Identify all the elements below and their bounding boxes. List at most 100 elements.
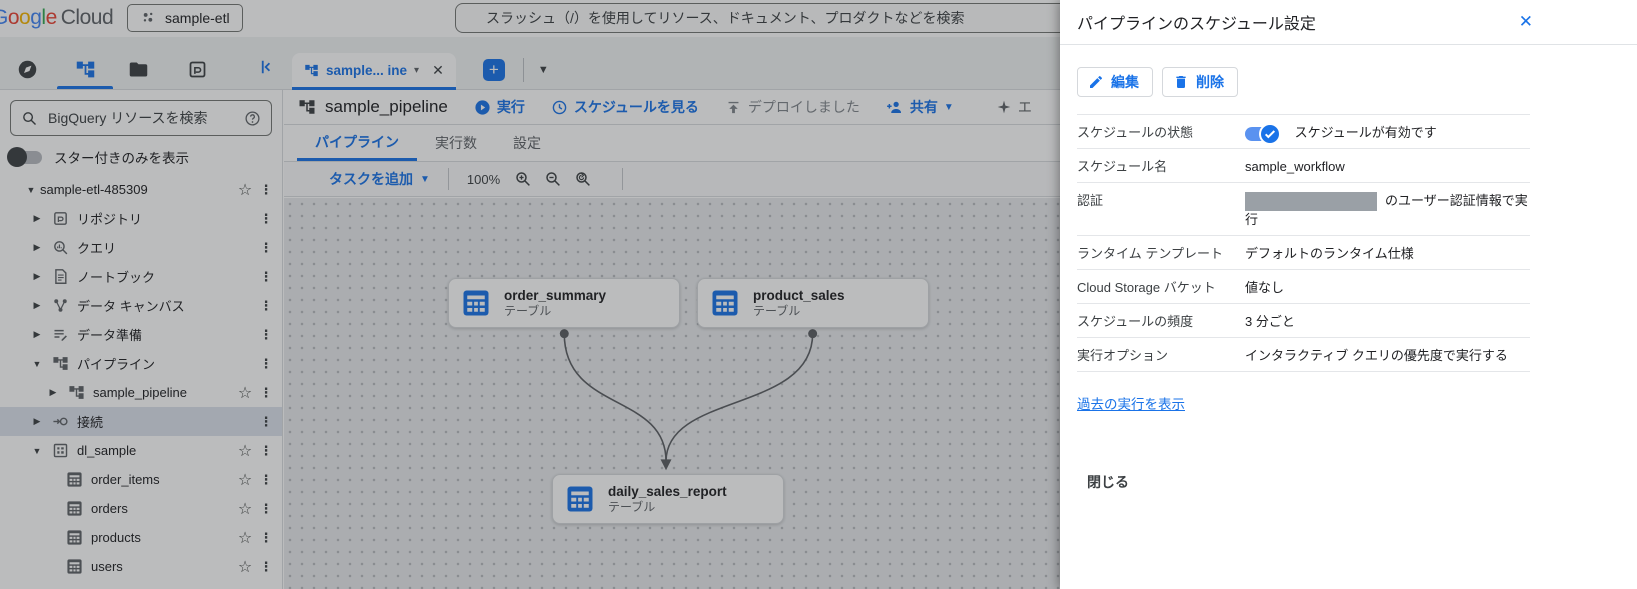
- pipeline-graph-icon: [75, 59, 96, 80]
- expander-icon[interactable]: ▶: [28, 242, 46, 253]
- sidebar-item-table-products[interactable]: products ☆ ⋮: [0, 523, 282, 552]
- collapse-sidebar-button[interactable]: [254, 57, 274, 77]
- pipeline-doc-tab[interactable]: sample... ine ▾ ✕: [292, 53, 456, 90]
- sidebar-item-sample-pipeline[interactable]: ▶ sample_pipeline ☆ ⋮: [0, 378, 282, 407]
- resource-tree: ▼ sample-etl-485309 ☆ ⋮ ▶ リポジトリ ⋮ ▶ クエリ ⋮…: [0, 175, 282, 581]
- kebab-menu-icon[interactable]: ⋮: [258, 211, 274, 227]
- expander-icon[interactable]: ▶: [28, 416, 46, 427]
- star-icon[interactable]: ☆: [232, 499, 258, 519]
- kebab-menu-icon[interactable]: ⋮: [258, 559, 274, 575]
- rail-pipelines-tab[interactable]: [57, 50, 113, 89]
- tab-menu-caret-icon[interactable]: ▾: [414, 65, 419, 76]
- edit-button[interactable]: 編集: [1077, 67, 1153, 97]
- top-header: GoogleCloud sample-etl: [0, 0, 1135, 38]
- kebab-menu-icon[interactable]: ⋮: [258, 298, 274, 314]
- sidebar-item-repositories[interactable]: ▶ リポジトリ ⋮: [0, 204, 282, 233]
- help-icon[interactable]: [244, 110, 261, 127]
- folder-icon: [128, 59, 149, 80]
- node-product-sales[interactable]: product_sales テーブル: [697, 278, 929, 328]
- add-task-button[interactable]: タスクを追加 ▼: [329, 169, 430, 189]
- share-button[interactable]: 共有 ▼: [886, 97, 954, 117]
- pipeline-workspace: sample_pipeline 実行 スケジュールを見る デプロイしました 共有…: [284, 90, 1062, 589]
- delete-button[interactable]: 削除: [1162, 67, 1238, 97]
- pencil-icon: [1088, 74, 1104, 90]
- kebab-menu-icon[interactable]: ⋮: [258, 269, 274, 285]
- sidebar-item-notebooks[interactable]: ▶ ノートブック ⋮: [0, 262, 282, 291]
- kebab-menu-icon[interactable]: ⋮: [258, 472, 274, 488]
- sidebar-item-table-users[interactable]: users ☆ ⋮: [0, 552, 282, 581]
- tab-overflow-caret-icon[interactable]: ▼: [538, 64, 549, 76]
- expander-icon[interactable]: ▶: [28, 213, 46, 224]
- star-icon[interactable]: ☆: [232, 441, 258, 461]
- star-icon[interactable]: ☆: [232, 180, 258, 200]
- table-icon: [66, 500, 83, 517]
- zoom-out-icon[interactable]: [544, 170, 562, 188]
- rail-explorer-tab[interactable]: [8, 50, 46, 89]
- sidebar-item-data-preparation[interactable]: ▶ データ準備 ⋮: [0, 320, 282, 349]
- expander-icon[interactable]: ▶: [28, 271, 46, 282]
- bq-resource-search-input[interactable]: [46, 109, 236, 127]
- tab-settings[interactable]: 設定: [495, 125, 559, 161]
- kebab-menu-icon[interactable]: ⋮: [258, 327, 274, 343]
- clock-icon: [551, 99, 568, 116]
- star-icon[interactable]: ☆: [232, 557, 258, 577]
- pipeline-icon: [298, 98, 316, 116]
- pipeline-tab-icon: [304, 63, 319, 78]
- close-panel-button[interactable]: 閉じる: [1077, 466, 1139, 498]
- kebab-menu-icon[interactable]: ⋮: [258, 414, 274, 430]
- expander-icon[interactable]: ▶: [28, 300, 46, 311]
- star-icon[interactable]: ☆: [232, 383, 258, 403]
- sidebar-item-data-canvases[interactable]: ▶ データ キャンバス ⋮: [0, 291, 282, 320]
- panel-actions: 編集 削除: [1077, 67, 1530, 97]
- global-search-bar[interactable]: [455, 3, 1135, 33]
- new-tab-button[interactable]: +: [482, 59, 505, 81]
- star-icon[interactable]: ☆: [232, 528, 258, 548]
- global-search-input[interactable]: [484, 9, 1122, 27]
- project-selector[interactable]: sample-etl: [127, 4, 243, 32]
- sidebar-item-table-orders[interactable]: orders ☆ ⋮: [0, 494, 282, 523]
- kebab-menu-icon[interactable]: ⋮: [258, 240, 274, 256]
- rail-files-tab[interactable]: [119, 50, 157, 89]
- expander-icon[interactable]: ▼: [22, 185, 40, 195]
- rail-repositories-tab[interactable]: [178, 50, 216, 89]
- pipeline-title-group: sample_pipeline: [298, 97, 448, 117]
- gemini-assist-button[interactable]: エ: [996, 97, 1032, 117]
- kebab-menu-icon[interactable]: ⋮: [258, 530, 274, 546]
- kebab-menu-icon[interactable]: ⋮: [258, 182, 274, 198]
- star-icon[interactable]: ☆: [232, 470, 258, 490]
- sidebar-item-table-order-items[interactable]: order_items ☆ ⋮: [0, 465, 282, 494]
- expander-icon[interactable]: ▶: [44, 387, 62, 398]
- connection-icon: [52, 413, 69, 430]
- starred-only-toggle[interactable]: [7, 146, 42, 167]
- sidebar-item-dataset-dl-sample[interactable]: ▼ dl_sample ☆ ⋮: [0, 436, 282, 465]
- sidebar-item-connections[interactable]: ▶ 接続 ⋮: [0, 407, 282, 436]
- kebab-menu-icon[interactable]: ⋮: [258, 356, 274, 372]
- expander-icon[interactable]: ▼: [28, 446, 46, 456]
- tab-run-count[interactable]: 実行数: [417, 125, 495, 161]
- close-icon[interactable]: ✕: [1519, 12, 1533, 32]
- expander-icon[interactable]: ▶: [28, 329, 46, 340]
- kebab-menu-icon[interactable]: ⋮: [258, 385, 274, 401]
- tab-strip-divider: [522, 58, 524, 82]
- row-runtime-template: ランタイム テンプレート デフォルトのランタイム仕様: [1077, 236, 1530, 271]
- expander-icon[interactable]: ▼: [28, 359, 46, 369]
- past-runs-link[interactable]: 過去の実行を表示: [1077, 393, 1185, 413]
- bq-resource-search[interactable]: [10, 100, 272, 136]
- sidebar-item-queries[interactable]: ▶ クエリ ⋮: [0, 233, 282, 262]
- tab-close-icon[interactable]: ✕: [432, 62, 444, 79]
- tab-pipeline[interactable]: パイプライン: [297, 125, 417, 161]
- sidebar-item-project[interactable]: ▼ sample-etl-485309 ☆ ⋮: [0, 175, 282, 204]
- dag-canvas[interactable]: order_summary テーブル product_sales テーブル dail…: [284, 198, 1062, 589]
- schedule-enabled-toggle[interactable]: [1245, 122, 1281, 145]
- canvas-toolbar: タスクを追加 ▼ 100%: [284, 162, 1062, 197]
- node-daily-sales-report[interactable]: daily_sales_report テーブル: [552, 474, 784, 524]
- kebab-menu-icon[interactable]: ⋮: [258, 501, 274, 517]
- node-order-summary[interactable]: order_summary テーブル: [448, 278, 680, 328]
- zoom-reset-icon[interactable]: [574, 170, 592, 188]
- view-schedule-button[interactable]: スケジュールを見る: [551, 97, 699, 117]
- kebab-menu-icon[interactable]: ⋮: [258, 443, 274, 459]
- table-icon: [66, 529, 83, 546]
- run-button[interactable]: 実行: [474, 97, 525, 117]
- zoom-in-icon[interactable]: [514, 170, 532, 188]
- sidebar-item-pipelines[interactable]: ▼ パイプライン ⋮: [0, 349, 282, 378]
